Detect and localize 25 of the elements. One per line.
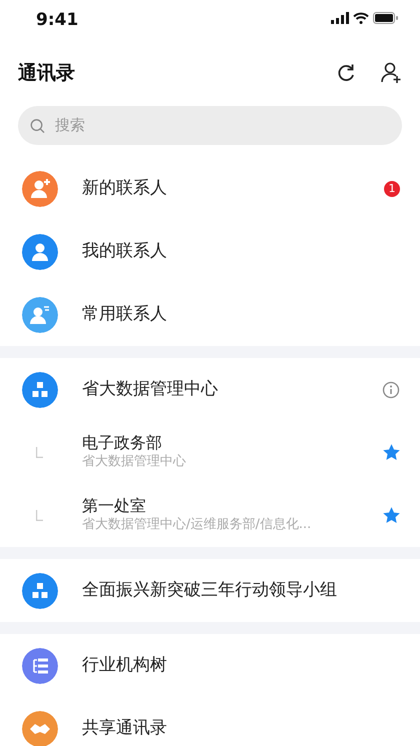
- list-item[interactable]: 电子政务部 省大数据管理中心: [0, 421, 420, 484]
- signal-icon: [331, 12, 349, 24]
- refresh-icon[interactable]: [336, 63, 356, 83]
- add-person-icon[interactable]: [380, 62, 402, 84]
- info-icon[interactable]: [382, 380, 400, 398]
- tree-branch-icon: [36, 447, 43, 458]
- search-field[interactable]: 搜索: [18, 106, 402, 145]
- star-icon[interactable]: [383, 507, 400, 524]
- battery-icon: [373, 12, 398, 24]
- list-item[interactable]: 省大数据管理中心: [0, 358, 420, 421]
- list-item[interactable]: 行业机构树: [0, 634, 420, 697]
- page-title: 通讯录: [18, 60, 75, 86]
- search-icon: [30, 118, 45, 134]
- list-item[interactable]: 第一处室 省大数据管理中心/运维服务部/信息化...: [0, 484, 420, 547]
- count-badge: 1: [384, 180, 400, 196]
- list-item[interactable]: 新的联系人 1: [0, 157, 420, 220]
- list-item[interactable]: 常用联系人: [0, 283, 420, 346]
- search-input[interactable]: 搜索: [52, 113, 390, 138]
- list-item[interactable]: 共享通讯录: [0, 697, 420, 746]
- star-icon[interactable]: [383, 444, 400, 461]
- status-time: 9:41: [36, 9, 78, 32]
- tree-branch-icon: [36, 510, 43, 521]
- list-item[interactable]: 全面振兴新突破三年行动领导小组: [0, 559, 420, 622]
- list-item[interactable]: 我的联系人: [0, 220, 420, 283]
- wifi-icon: [353, 12, 369, 24]
